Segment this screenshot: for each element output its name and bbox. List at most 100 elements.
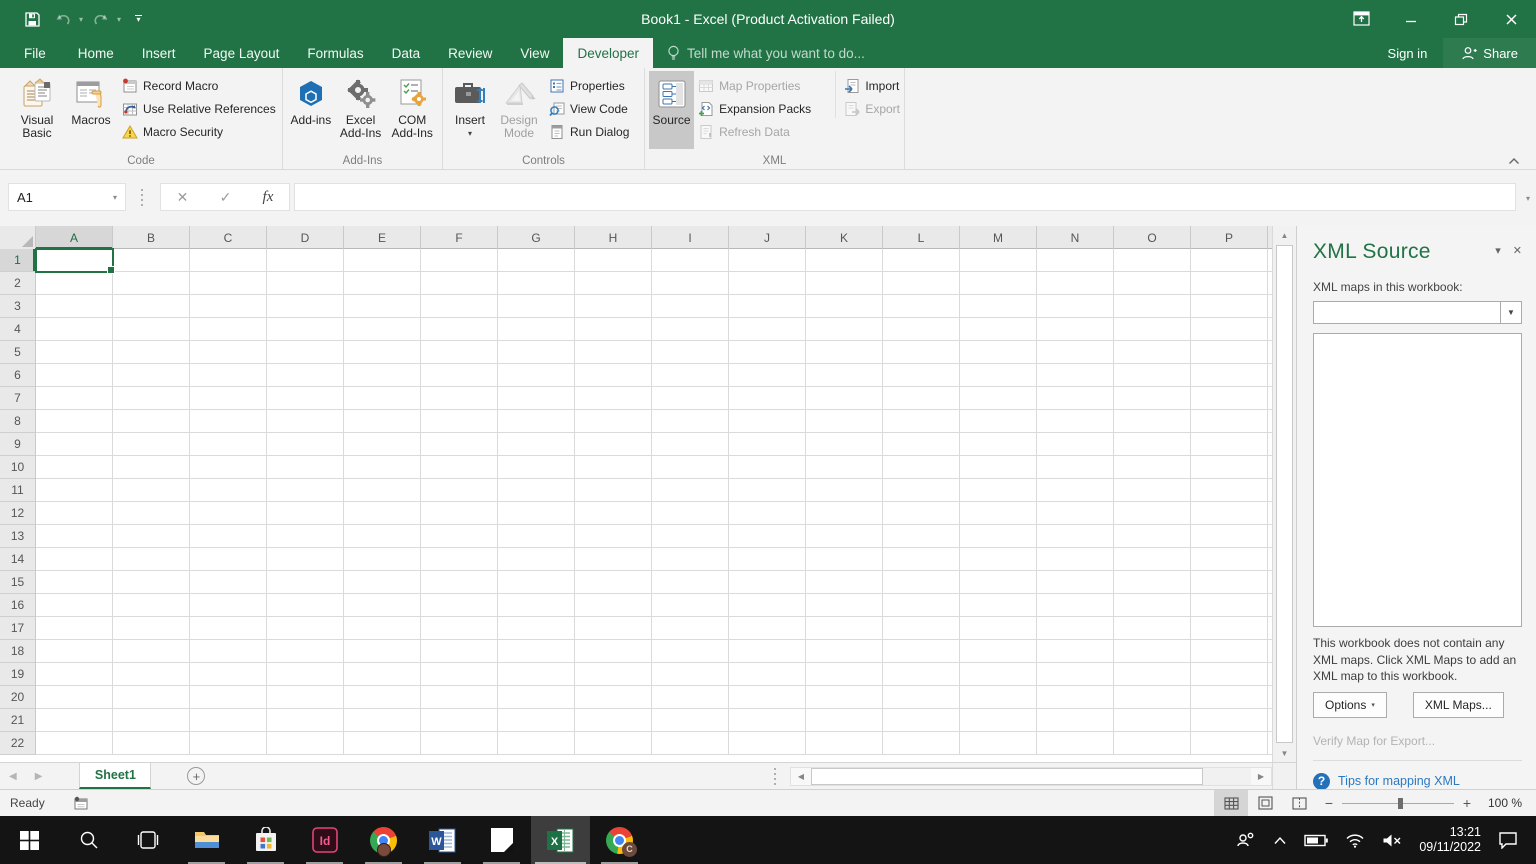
cell-O11[interactable] [1114, 479, 1191, 502]
column-header-I[interactable]: I [652, 226, 729, 249]
excel-taskbar-button[interactable]: X [531, 816, 590, 864]
tray-chevron-up-icon[interactable] [1273, 836, 1287, 845]
cell-I8[interactable] [652, 410, 729, 433]
tab-developer[interactable]: Developer [563, 38, 653, 68]
cell-E4[interactable] [344, 318, 421, 341]
cell-P16[interactable] [1191, 594, 1268, 617]
cell-M12[interactable] [960, 502, 1037, 525]
cell-F22[interactable] [421, 732, 498, 755]
cell-J20[interactable] [729, 686, 806, 709]
cell-H12[interactable] [575, 502, 652, 525]
cell-L12[interactable] [883, 502, 960, 525]
cell-I6[interactable] [652, 364, 729, 387]
cell-O2[interactable] [1114, 272, 1191, 295]
cell-G19[interactable] [498, 663, 575, 686]
action-center-icon[interactable] [1498, 831, 1518, 849]
column-header-L[interactable]: L [883, 226, 960, 249]
formula-input[interactable] [294, 183, 1516, 211]
cell-N13[interactable] [1037, 525, 1114, 548]
import-button[interactable]: Import [844, 77, 900, 95]
cell-N15[interactable] [1037, 571, 1114, 594]
cell-H8[interactable] [575, 410, 652, 433]
cell-E5[interactable] [344, 341, 421, 364]
new-sheet-button[interactable]: + [187, 767, 205, 785]
cell-I7[interactable] [652, 387, 729, 410]
cell-N2[interactable] [1037, 272, 1114, 295]
save-button[interactable] [20, 9, 45, 30]
cell-A13[interactable] [36, 525, 113, 548]
cell-F20[interactable] [421, 686, 498, 709]
cell-C8[interactable] [190, 410, 267, 433]
cell-A10[interactable] [36, 456, 113, 479]
cell-L13[interactable] [883, 525, 960, 548]
scroll-down-arrow[interactable]: ▼ [1273, 744, 1296, 762]
cell-G10[interactable] [498, 456, 575, 479]
cell-C9[interactable] [190, 433, 267, 456]
cell-H6[interactable] [575, 364, 652, 387]
cell-C1[interactable] [190, 249, 267, 272]
cell-O8[interactable] [1114, 410, 1191, 433]
cell-M7[interactable] [960, 387, 1037, 410]
cell-C11[interactable] [190, 479, 267, 502]
cell-I4[interactable] [652, 318, 729, 341]
properties-button[interactable]: Properties [549, 77, 629, 95]
cell-F11[interactable] [421, 479, 498, 502]
expansion-packs-button[interactable]: Expansion Packs [698, 100, 831, 118]
cell-A6[interactable] [36, 364, 113, 387]
cell-P7[interactable] [1191, 387, 1268, 410]
row-header-1[interactable]: 1 [0, 249, 36, 272]
cell-D5[interactable] [267, 341, 344, 364]
cell-K9[interactable] [806, 433, 883, 456]
cell-C15[interactable] [190, 571, 267, 594]
cell-G21[interactable] [498, 709, 575, 732]
cell-D17[interactable] [267, 617, 344, 640]
cell-D1[interactable] [267, 249, 344, 272]
column-header-M[interactable]: M [960, 226, 1037, 249]
column-header-A[interactable]: A [36, 226, 113, 249]
cell-F5[interactable] [421, 341, 498, 364]
cell-A17[interactable] [36, 617, 113, 640]
cell-J10[interactable] [729, 456, 806, 479]
horizontal-scroll-thumb[interactable] [811, 768, 1203, 785]
cell-G16[interactable] [498, 594, 575, 617]
cell-L16[interactable] [883, 594, 960, 617]
column-header-H[interactable]: H [575, 226, 652, 249]
cell-E13[interactable] [344, 525, 421, 548]
cell-B19[interactable] [113, 663, 190, 686]
cell-C22[interactable] [190, 732, 267, 755]
row-header-18[interactable]: 18 [0, 640, 36, 663]
cell-P4[interactable] [1191, 318, 1268, 341]
cell-O3[interactable] [1114, 295, 1191, 318]
tab-home[interactable]: Home [64, 38, 128, 68]
people-icon[interactable] [1236, 832, 1256, 848]
cell-H2[interactable] [575, 272, 652, 295]
cell-P10[interactable] [1191, 456, 1268, 479]
tips-for-mapping-xml-link[interactable]: Tips for mapping XML [1338, 774, 1460, 788]
cell-J3[interactable] [729, 295, 806, 318]
cell-M17[interactable] [960, 617, 1037, 640]
row-header-5[interactable]: 5 [0, 341, 36, 364]
cell-L15[interactable] [883, 571, 960, 594]
cell-A19[interactable] [36, 663, 113, 686]
cell-D13[interactable] [267, 525, 344, 548]
row-header-12[interactable]: 12 [0, 502, 36, 525]
cell-H15[interactable] [575, 571, 652, 594]
cell-I12[interactable] [652, 502, 729, 525]
cell-K18[interactable] [806, 640, 883, 663]
cell-C20[interactable] [190, 686, 267, 709]
cell-L18[interactable] [883, 640, 960, 663]
cell-J19[interactable] [729, 663, 806, 686]
cell-F17[interactable] [421, 617, 498, 640]
cell-B17[interactable] [113, 617, 190, 640]
cell-G15[interactable] [498, 571, 575, 594]
cell-B16[interactable] [113, 594, 190, 617]
cell-C19[interactable] [190, 663, 267, 686]
cell-N12[interactable] [1037, 502, 1114, 525]
cell-N22[interactable] [1037, 732, 1114, 755]
cell-K21[interactable] [806, 709, 883, 732]
cell-I13[interactable] [652, 525, 729, 548]
formula-bar-expand-caret[interactable]: ▾ [1526, 194, 1530, 203]
cell-D15[interactable] [267, 571, 344, 594]
cell-N1[interactable] [1037, 249, 1114, 272]
cell-A11[interactable] [36, 479, 113, 502]
